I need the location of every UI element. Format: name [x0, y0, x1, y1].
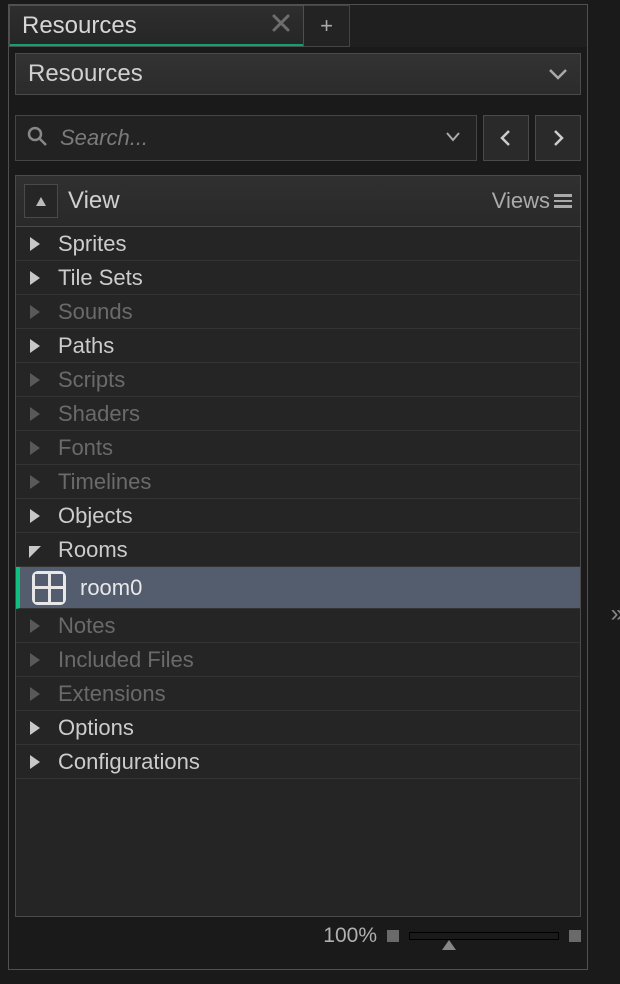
search-icon [26, 125, 48, 152]
chevron-down-icon [548, 60, 568, 88]
views-menu-button[interactable]: Views [492, 188, 572, 214]
status-bar: 100% [15, 921, 581, 951]
expand-icon[interactable] [26, 439, 44, 457]
tree-folder[interactable]: Extensions [16, 677, 580, 711]
tree-folder-label: Timelines [58, 469, 151, 495]
expand-icon[interactable] [26, 371, 44, 389]
tree-folder[interactable]: Options [16, 711, 580, 745]
room-icon [32, 571, 66, 605]
tree-folder-label: Rooms [58, 537, 128, 563]
resource-tree: Sprites Tile Sets Sounds Paths Scripts Shader… [15, 227, 581, 917]
tree-folder-label: Included Files [58, 647, 194, 673]
resources-panel: Resources + Resources [8, 4, 588, 970]
prev-button[interactable] [483, 115, 529, 161]
tree-item-room[interactable]: room0 [16, 567, 580, 609]
new-tab-button[interactable]: + [304, 5, 350, 47]
expand-icon[interactable] [26, 719, 44, 737]
tree-folder[interactable]: Notes [16, 609, 580, 643]
expand-icon[interactable] [26, 541, 44, 559]
tree-folder-label: Paths [58, 333, 114, 359]
search-box [15, 115, 477, 161]
tree-folder[interactable]: Sprites [16, 227, 580, 261]
tab-label: Resources [22, 12, 137, 40]
tree-folder[interactable]: Included Files [16, 643, 580, 677]
expand-icon[interactable] [26, 651, 44, 669]
view-header: View Views [15, 175, 581, 227]
expand-icon[interactable] [26, 473, 44, 491]
next-button[interactable] [535, 115, 581, 161]
tree-folder[interactable]: Scripts [16, 363, 580, 397]
section-title: Resources [28, 60, 143, 88]
plus-icon: + [320, 13, 333, 39]
tree-folder-label: Fonts [58, 435, 113, 461]
tree-folder-label: Sounds [58, 299, 133, 325]
expand-icon[interactable] [26, 617, 44, 635]
tree-folder[interactable]: Tile Sets [16, 261, 580, 295]
tab-active-indicator [10, 44, 303, 46]
tree-folder[interactable]: Paths [16, 329, 580, 363]
tree-folder-label: Scripts [58, 367, 125, 393]
expand-panel-icon[interactable]: » [611, 600, 618, 628]
hamburger-icon [554, 194, 572, 208]
view-label: View [68, 187, 120, 215]
tree-folder-label: Sprites [58, 231, 126, 257]
tree-folder-label: Extensions [58, 681, 166, 707]
zoom-min-icon[interactable] [387, 930, 399, 942]
expand-icon[interactable] [26, 337, 44, 355]
tree-folder-label: Options [58, 715, 134, 741]
search-input[interactable] [60, 125, 428, 151]
tree-folder[interactable]: Fonts [16, 431, 580, 465]
section-header[interactable]: Resources [15, 53, 581, 95]
zoom-slider[interactable] [409, 932, 559, 940]
expand-icon[interactable] [26, 753, 44, 771]
search-row [15, 115, 581, 161]
tree-folder[interactable]: Sounds [16, 295, 580, 329]
tree-folder[interactable]: Shaders [16, 397, 580, 431]
expand-icon[interactable] [26, 507, 44, 525]
tab-strip: Resources + [9, 5, 587, 47]
tree-folder-label: Notes [58, 613, 115, 639]
tree-folder[interactable]: Objects [16, 499, 580, 533]
search-dropdown-icon[interactable] [440, 129, 466, 147]
expand-icon[interactable] [26, 685, 44, 703]
expand-icon[interactable] [26, 269, 44, 287]
close-tab-icon[interactable] [271, 12, 291, 40]
tree-folder-label: Tile Sets [58, 265, 143, 291]
zoom-slider-thumb[interactable] [442, 940, 456, 950]
tree-folder-label: Shaders [58, 401, 140, 427]
tree-folder-label: Configurations [58, 749, 200, 775]
expand-icon[interactable] [26, 235, 44, 253]
views-menu-label: Views [492, 188, 550, 214]
zoom-max-icon[interactable] [569, 930, 581, 942]
view-toggle-button[interactable] [24, 184, 58, 218]
tree-folder[interactable]: Timelines [16, 465, 580, 499]
tree-folder-label: Objects [58, 503, 133, 529]
expand-icon[interactable] [26, 405, 44, 423]
zoom-label: 100% [323, 924, 377, 948]
tree-folder[interactable]: Configurations [16, 745, 580, 779]
tab-resources[interactable]: Resources [9, 5, 304, 47]
tree-item-label: room0 [80, 575, 142, 601]
tree-folder[interactable]: Rooms [16, 533, 580, 567]
expand-icon[interactable] [26, 303, 44, 321]
